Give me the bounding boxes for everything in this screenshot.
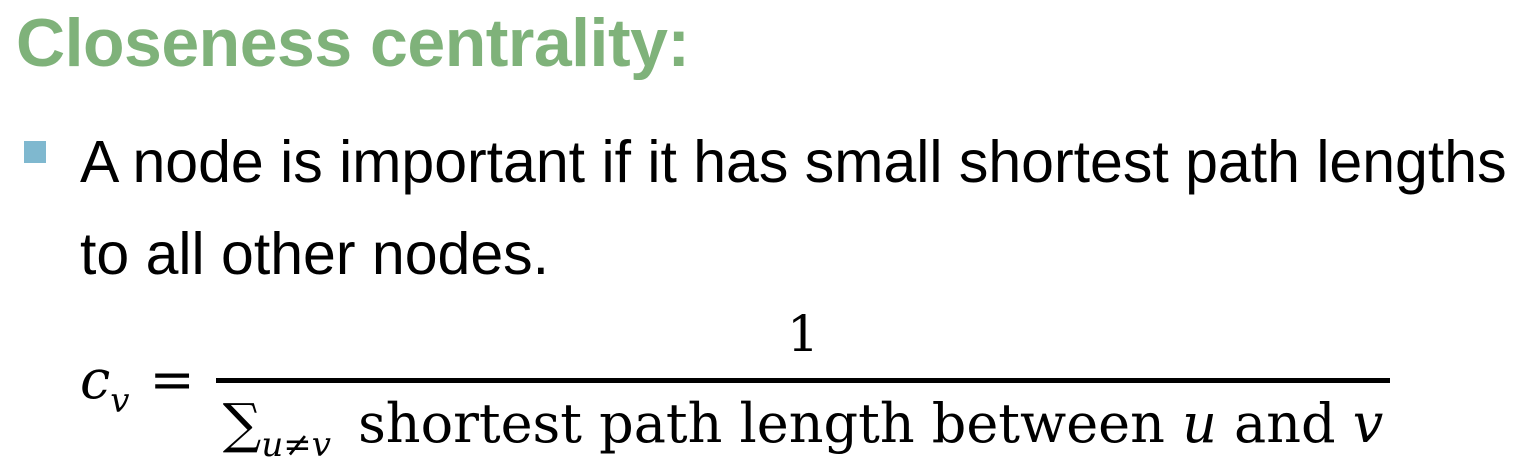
fraction-bar <box>216 378 1390 383</box>
sum-subscript: u≠v <box>261 425 331 465</box>
formula-lhs-symbol: c <box>80 348 111 411</box>
formula-equals: = <box>149 348 195 411</box>
sum-symbol: ∑ <box>222 392 262 455</box>
slide: Closeness centrality: A node is importan… <box>0 0 1514 466</box>
denominator-var-u: u <box>1182 392 1217 455</box>
formula-numerator: 1 <box>787 305 819 363</box>
denominator-text: shortest path length between <box>340 392 1183 455</box>
formula-lhs-subscript: v <box>110 381 130 421</box>
denominator-and: and <box>1216 392 1353 455</box>
formula-denominator: ∑u≠v shortest path length between u and … <box>216 392 1390 465</box>
bullet-text: A node is important if it has small shor… <box>80 129 1507 287</box>
formula-lhs: cv = <box>80 348 195 422</box>
closeness-formula: cv = 1 ∑u≠v shortest path length between … <box>80 304 1400 465</box>
denominator-var-v: v <box>1352 392 1384 455</box>
bullet-square-icon <box>24 141 46 163</box>
slide-title: Closeness centrality: <box>16 5 690 81</box>
